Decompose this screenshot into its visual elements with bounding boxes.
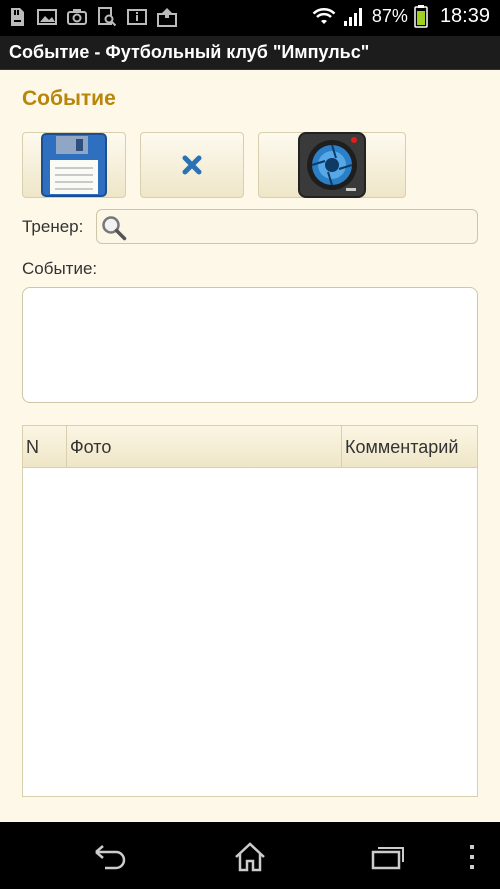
trainer-label: Тренер:	[22, 217, 84, 236]
form-content: Событие Тренер: Событие: N Фото Коммента…	[0, 70, 500, 822]
sd-card-icon	[11, 8, 24, 26]
clock: 18:39	[439, 4, 490, 27]
home-button[interactable]	[230, 840, 270, 874]
recent-apps-button[interactable]	[368, 840, 408, 874]
delete-button[interactable]	[140, 132, 244, 198]
menu-button[interactable]	[452, 840, 492, 874]
save-button[interactable]	[22, 132, 126, 198]
floppy-disk-icon	[41, 133, 107, 197]
status-indicators: 87% 18:39	[312, 4, 490, 28]
navigation-bar	[0, 822, 500, 889]
wifi-icon	[312, 7, 336, 24]
table-header: N Фото Комментарий	[23, 426, 477, 468]
column-header-photo[interactable]: Фото	[67, 426, 342, 468]
trainer-field[interactable]	[96, 209, 478, 244]
info-icon	[127, 9, 147, 25]
event-textarea[interactable]	[22, 287, 478, 403]
upload-icon	[157, 8, 177, 27]
event-label: Событие:	[22, 259, 98, 278]
camera-icon	[298, 132, 366, 198]
search-file-icon	[98, 7, 117, 27]
photo-table[interactable]: N Фото Комментарий	[22, 425, 478, 797]
menu-icon	[470, 845, 474, 869]
home-icon	[235, 842, 265, 872]
take-photo-button[interactable]	[258, 132, 406, 198]
camera-icon	[67, 9, 87, 25]
recent-apps-icon	[371, 847, 404, 870]
image-icon	[37, 9, 57, 25]
close-icon	[182, 155, 202, 175]
window-title: Событие - Футбольный клуб "Импульс"	[9, 42, 370, 62]
back-icon	[95, 845, 126, 870]
signal-icon	[343, 8, 362, 26]
column-header-comment[interactable]: Комментарий	[342, 426, 477, 468]
form-title: Событие	[22, 87, 116, 110]
status-bar: 87% 18:39	[0, 0, 500, 36]
search-icon	[102, 216, 127, 241]
battery-icon	[414, 5, 428, 28]
title-bar: Событие - Футбольный клуб "Импульс"	[0, 36, 500, 70]
notification-icons	[6, 6, 178, 28]
trainer-input[interactable]	[129, 214, 469, 240]
column-header-n[interactable]: N	[23, 426, 67, 468]
back-button[interactable]	[90, 840, 130, 874]
battery-percent: 87%	[371, 5, 408, 26]
